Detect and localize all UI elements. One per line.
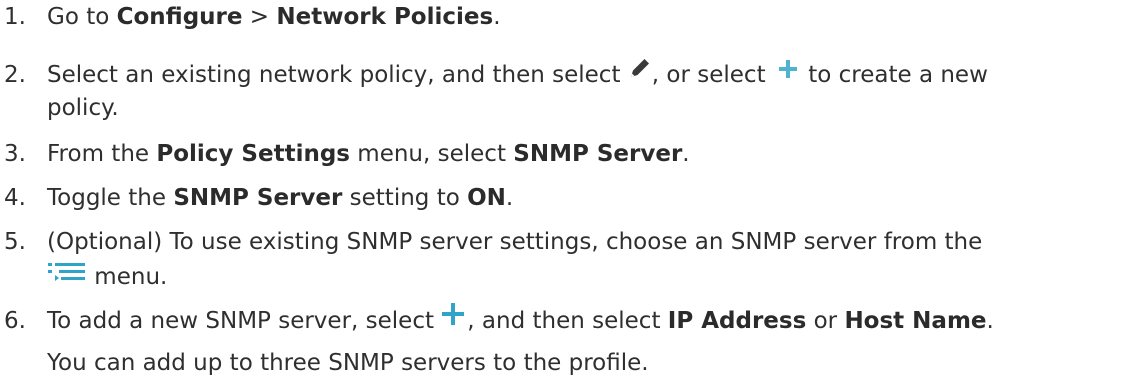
menu-network-policies: Network Policies	[276, 4, 494, 30]
step-text: Select an existing network policy, and t…	[47, 58, 988, 88]
setting-value-on: ON	[467, 185, 506, 211]
step-text: (Optional) To use existing SNMP server s…	[47, 229, 983, 255]
step-text: From the Policy Settings menu, select SN…	[47, 141, 690, 167]
step-text: Go to Configure > Network Policies.	[47, 4, 501, 30]
step-text: Toggle the SNMP Server setting to ON.	[47, 185, 514, 211]
plus-icon	[441, 302, 465, 332]
step-number: 2.	[4, 62, 26, 88]
step-text: You can add up to three SNMP servers to …	[47, 350, 649, 376]
step-number: 4.	[4, 185, 26, 211]
step-text: menu.	[47, 262, 167, 290]
option-host-name: Host Name	[844, 308, 987, 334]
option-ip-address: IP Address	[667, 308, 807, 334]
list-menu-icon	[47, 260, 87, 288]
step-number: 3.	[4, 141, 26, 167]
step-text: policy.	[47, 95, 119, 121]
menu-policy-settings: Policy Settings	[156, 141, 350, 167]
menu-configure: Configure	[116, 4, 243, 30]
plus-icon	[777, 58, 799, 86]
step-number: 5.	[4, 229, 26, 255]
menu-snmp-server: SNMP Server	[513, 141, 683, 167]
pencil-icon	[628, 56, 652, 86]
step-number: 6.	[4, 308, 26, 334]
step-number: 1.	[4, 4, 26, 30]
step-text: To add a new SNMP server, select , and t…	[47, 302, 994, 334]
setting-snmp-server: SNMP Server	[173, 185, 343, 211]
